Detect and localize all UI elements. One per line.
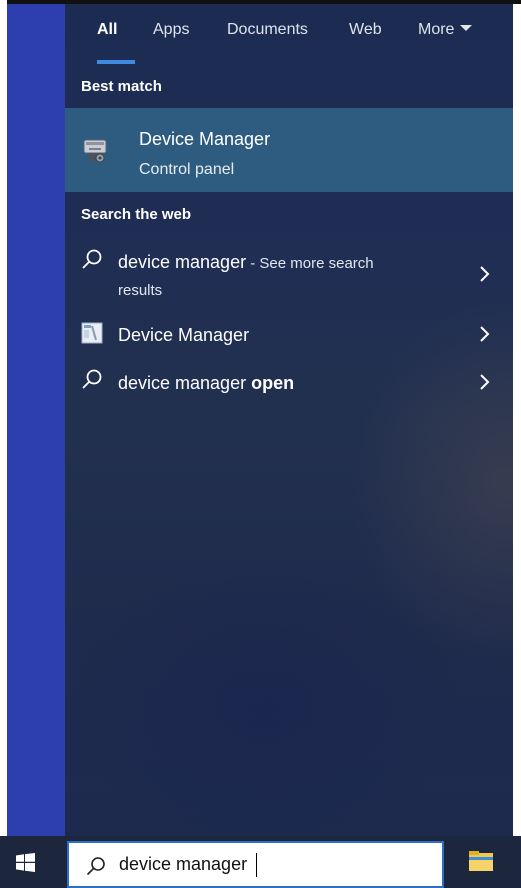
tab-more-label: More: [418, 21, 455, 38]
web-result-second-line: results: [118, 282, 163, 299]
web-result-device-manager[interactable]: Device Manager: [65, 316, 513, 352]
chevron-right-icon: [480, 266, 490, 282]
chevron-right-icon: [480, 326, 490, 342]
search-web-header: Search the web: [81, 206, 192, 223]
best-match-header: Best match: [81, 78, 162, 95]
best-match-subtitle: Control panel: [139, 161, 235, 178]
search-input[interactable]: device manager: [119, 843, 429, 886]
filter-tabs: All Apps Documents Web More: [65, 4, 513, 68]
taskbar: device manager: [0, 836, 521, 888]
tab-all[interactable]: All: [97, 21, 117, 39]
web-result-title: Device Manager: [118, 325, 250, 345]
text-cursor: [256, 853, 257, 877]
search-results-panel: All Apps Documents Web More Best match D…: [65, 4, 513, 836]
left-border: [0, 0, 7, 836]
active-tab-indicator: [97, 60, 135, 64]
tab-documents[interactable]: Documents: [227, 21, 308, 39]
best-match-title: Device Manager: [139, 129, 271, 149]
device-manager-icon: [83, 139, 107, 163]
web-result-open-query: device manager: [118, 373, 252, 393]
taskbar-search-box[interactable]: device manager: [67, 841, 444, 888]
web-result-open-text: device manager open: [118, 373, 294, 394]
search-icon: [82, 249, 102, 269]
web-result-query: device manager: [118, 252, 247, 272]
file-explorer-icon[interactable]: [468, 850, 494, 872]
web-result-see-more[interactable]: device manager - See more search results: [65, 240, 513, 302]
web-result-open[interactable]: device manager open: [65, 364, 513, 400]
web-page-icon: [81, 322, 103, 344]
best-match-item[interactable]: Device Manager Control panel: [65, 108, 513, 192]
web-result-suffix: - See more search: [246, 255, 374, 272]
tab-web[interactable]: Web: [349, 21, 382, 39]
tab-more[interactable]: More: [418, 21, 473, 39]
right-border: [513, 4, 521, 836]
search-icon: [82, 369, 102, 389]
web-result-text: device manager - See more search: [118, 252, 374, 273]
tab-apps[interactable]: Apps: [153, 21, 189, 39]
web-result-open-bold: open: [251, 373, 295, 393]
chevron-right-icon: [480, 374, 490, 390]
caret-down-icon: [460, 25, 473, 31]
windows-start-icon[interactable]: [16, 853, 35, 872]
search-icon: [86, 857, 105, 876]
start-sidebar: [7, 4, 65, 836]
